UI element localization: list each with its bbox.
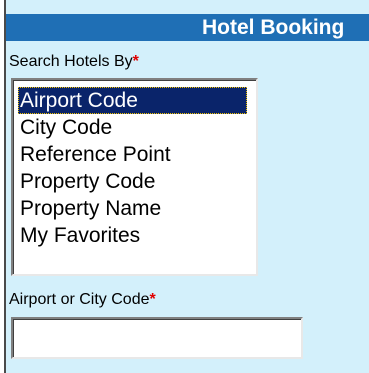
option-airport-code[interactable]: Airport Code: [18, 87, 247, 114]
option-my-favorites[interactable]: My Favorites: [18, 222, 247, 249]
required-asterisk: *: [132, 53, 139, 70]
airport-or-city-code-label: Airport or City Code*: [9, 290, 156, 309]
airport-or-city-code-input[interactable]: [11, 317, 303, 359]
option-property-code[interactable]: Property Code: [18, 168, 247, 195]
airport-or-city-code-label-text: Airport or City Code: [9, 291, 150, 308]
option-city-code[interactable]: City Code: [18, 114, 247, 141]
header-bar: Hotel Booking: [6, 14, 369, 41]
left-border-rule: [0, 0, 6, 373]
required-asterisk: *: [149, 291, 156, 308]
page-title: Hotel Booking: [202, 16, 345, 39]
search-hotels-by-label-text: Search Hotels By: [9, 53, 133, 70]
search-hotels-by-listbox[interactable]: Airport Code City Code Reference Point P…: [11, 78, 258, 276]
option-reference-point[interactable]: Reference Point: [18, 141, 247, 168]
option-property-name[interactable]: Property Name: [18, 195, 247, 222]
search-hotels-by-label: Search Hotels By*: [9, 52, 139, 71]
